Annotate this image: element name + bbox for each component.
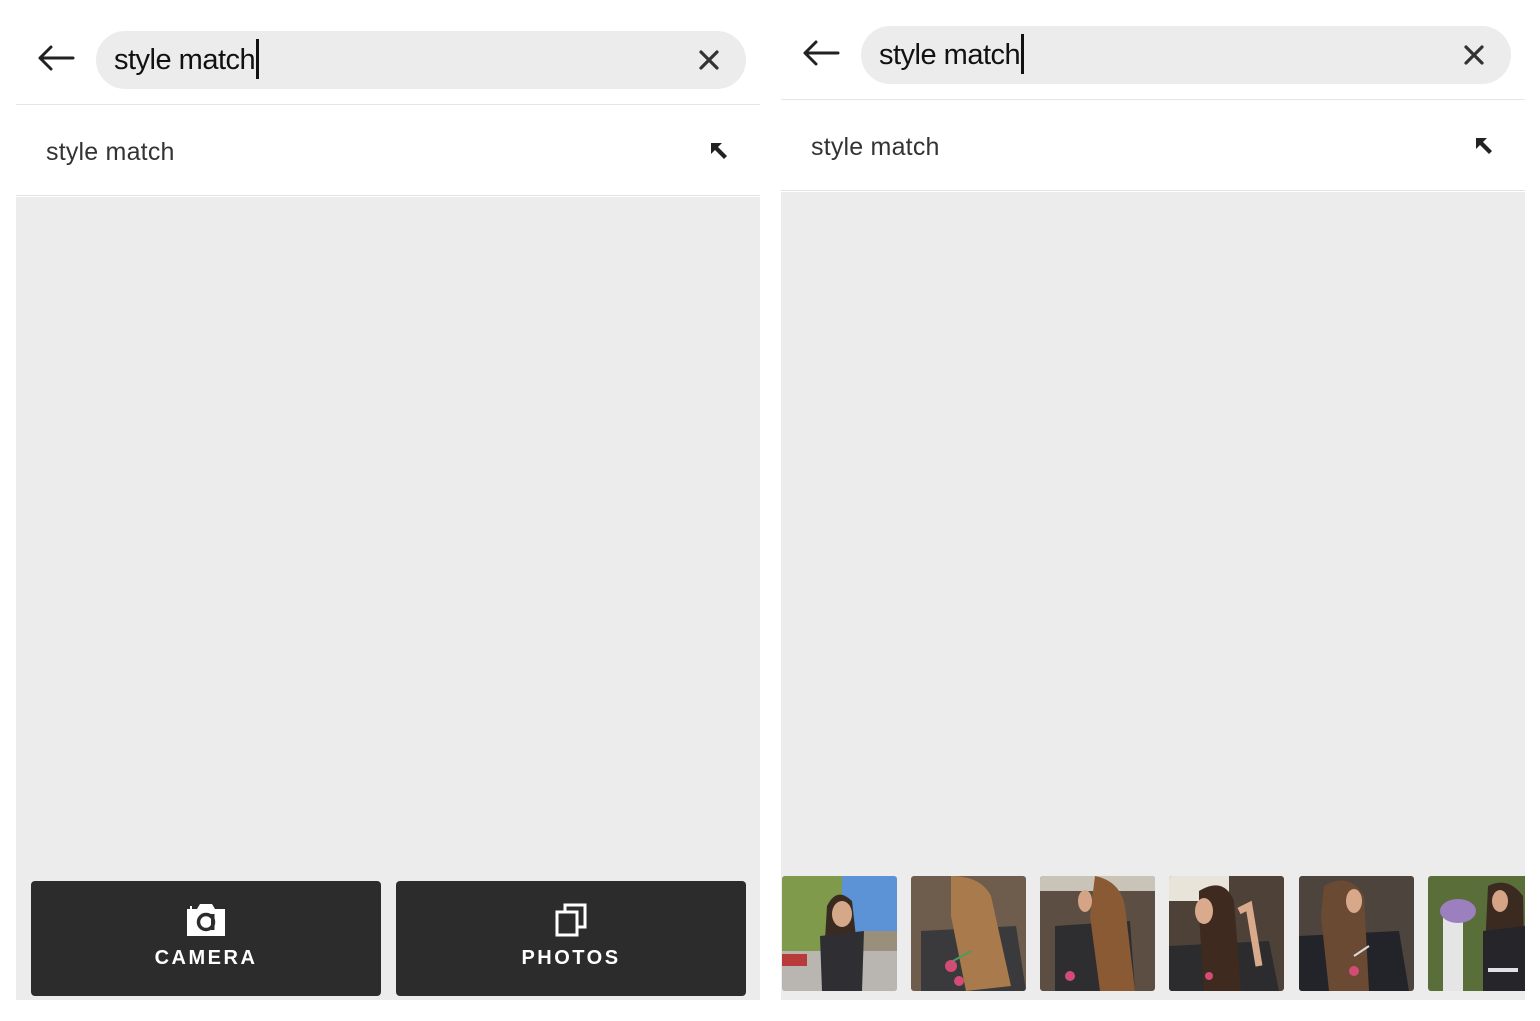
photo-thumbnail[interactable] — [911, 876, 1026, 991]
back-button[interactable] — [799, 33, 843, 73]
photo-image — [1299, 876, 1414, 991]
photo-image — [782, 876, 897, 991]
camera-label: CAMERA — [154, 947, 258, 969]
search-screen-recent-photos: style match style match — [781, 0, 1525, 1000]
arrow-up-left-icon[interactable] — [1473, 135, 1495, 157]
arrow-up-left-icon[interactable] — [708, 140, 730, 162]
search-header: style match — [16, 0, 760, 105]
suggestion-item[interactable]: style match — [16, 106, 760, 196]
clear-search-button[interactable] — [1459, 40, 1489, 70]
close-icon — [699, 50, 719, 70]
arrow-left-icon — [38, 45, 75, 71]
search-input[interactable]: style match — [879, 26, 1025, 84]
photo-thumbnail[interactable] — [1040, 876, 1155, 991]
suggestion-label: style match — [811, 133, 940, 161]
photo-thumbnail[interactable] — [782, 876, 897, 991]
photos-icon — [555, 903, 587, 937]
close-icon — [1464, 45, 1484, 65]
arrow-left-icon — [803, 40, 840, 66]
photo-image — [1040, 876, 1155, 991]
camera-icon — [187, 904, 225, 936]
photo-thumbnail[interactable] — [1299, 876, 1414, 991]
photo-image — [911, 876, 1026, 991]
recent-photos-strip[interactable] — [781, 876, 1525, 991]
search-header: style match — [781, 0, 1525, 100]
camera-button[interactable]: CAMERA — [31, 881, 381, 996]
search-input-value: style match — [879, 39, 1021, 71]
content-area — [781, 192, 1525, 1000]
photos-label: PHOTOS — [521, 947, 621, 969]
search-input[interactable]: style match — [114, 31, 260, 89]
search-bar[interactable]: style match — [861, 26, 1511, 84]
photo-image — [1428, 876, 1525, 991]
text-caret — [1021, 34, 1025, 75]
photo-thumbnail[interactable] — [1169, 876, 1284, 991]
content-area: CAMERA PHOTOS — [16, 197, 760, 1000]
photo-thumbnail[interactable] — [1428, 876, 1525, 991]
text-caret — [256, 39, 260, 80]
search-screen-camera-options: style match style match CAMERA PHOTOS — [16, 0, 760, 1000]
suggestion-label: style match — [46, 138, 175, 166]
back-button[interactable] — [34, 38, 78, 78]
clear-search-button[interactable] — [694, 45, 724, 75]
suggestion-item[interactable]: style match — [781, 101, 1525, 191]
search-bar[interactable]: style match — [96, 31, 746, 89]
photos-button[interactable]: PHOTOS — [396, 881, 746, 996]
photo-image — [1169, 876, 1284, 991]
search-input-value: style match — [114, 44, 256, 76]
